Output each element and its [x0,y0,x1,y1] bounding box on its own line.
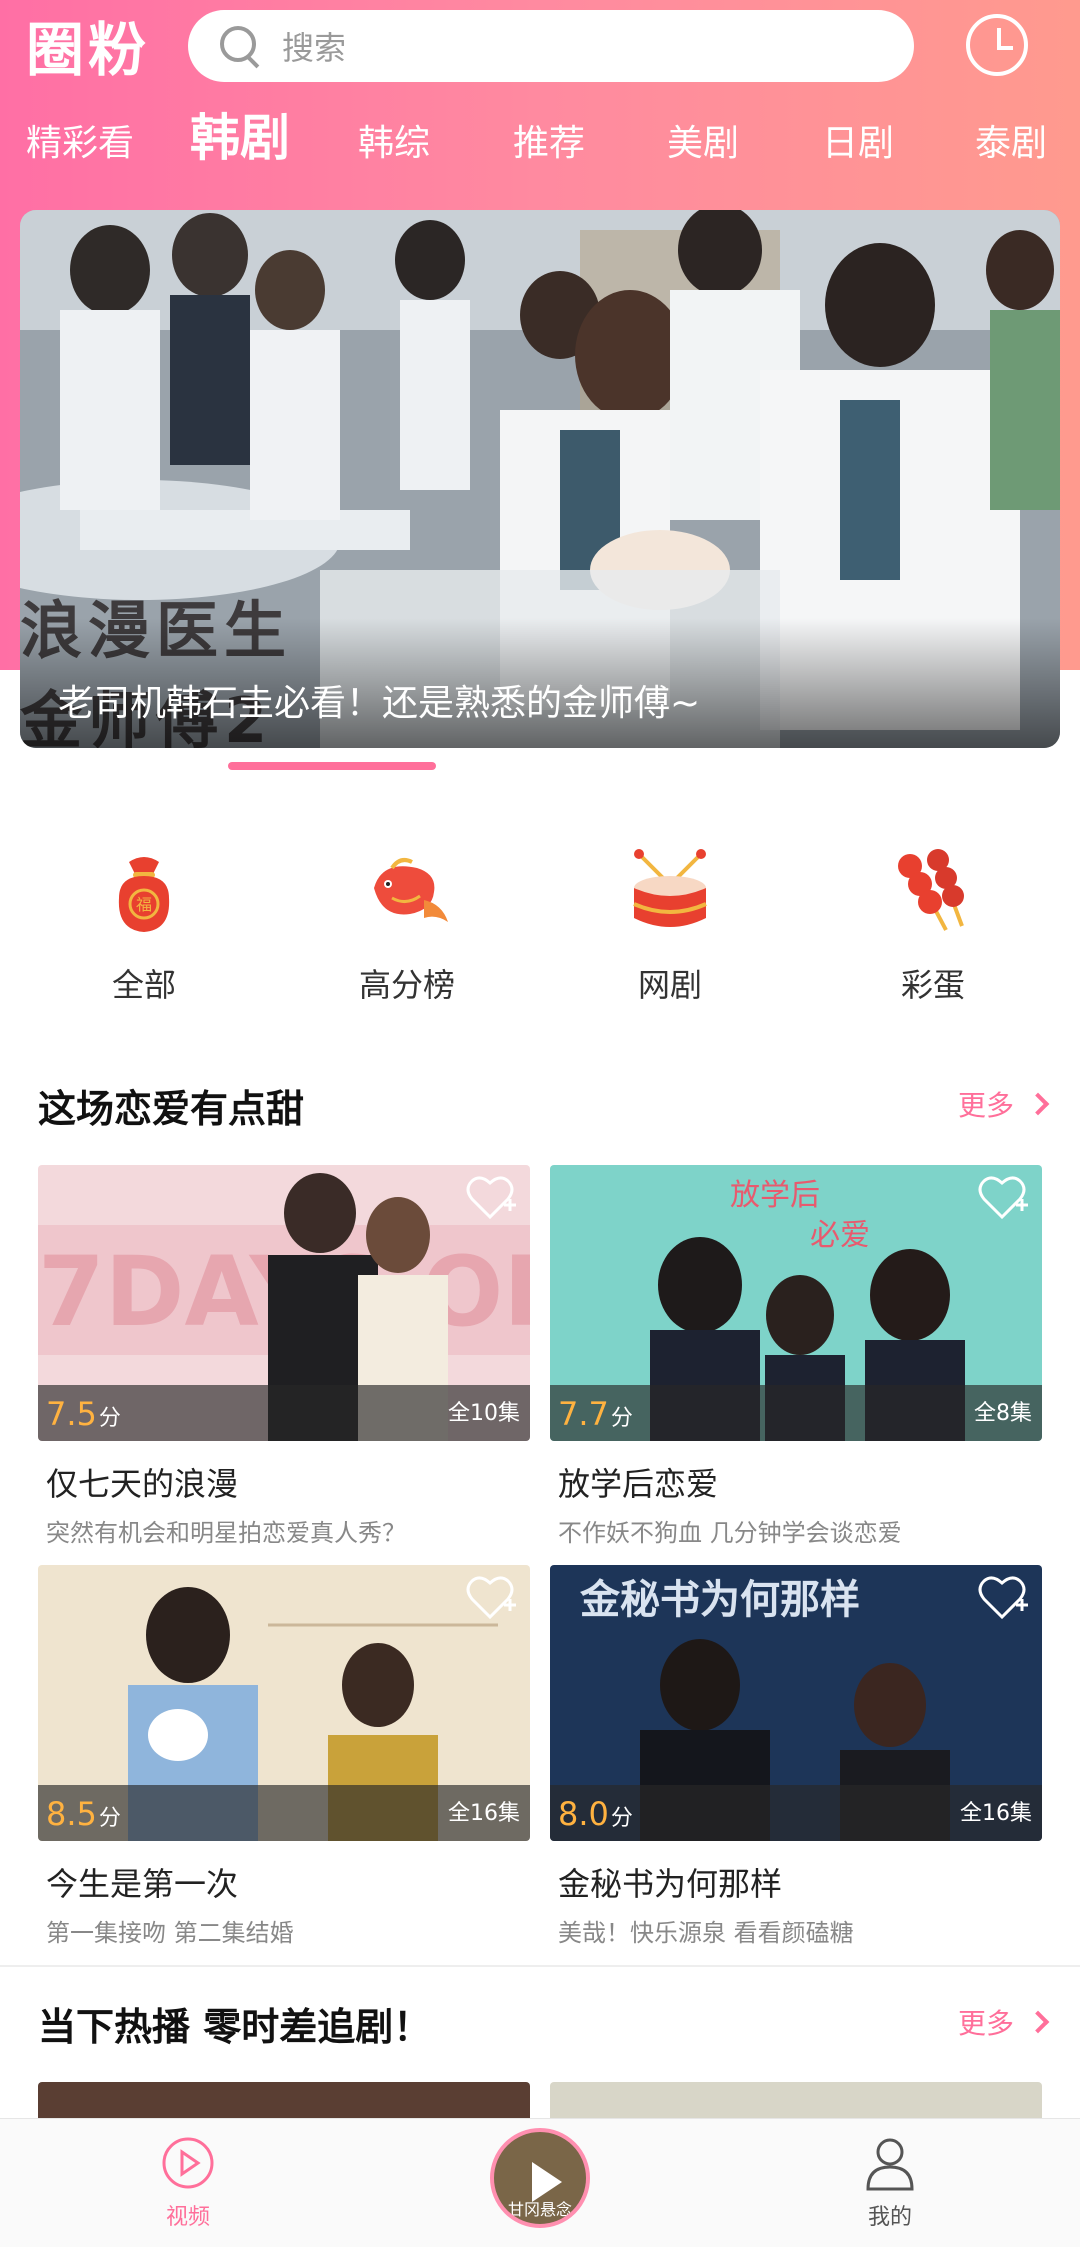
drama-poster: 金秘书为何那样 8.0分 全16集 [550,1565,1042,1841]
drama-subtitle: 突然有机会和明星拍恋爱真人秀？ [46,1519,406,1547]
tab-jingcaikan[interactable]: 精彩看 [26,108,134,180]
more-label: 更多 [957,2007,1014,2040]
category-all[interactable]: 福 全部 [54,848,234,1006]
lucky-bag-icon: 福 [118,857,170,932]
chevron-right-icon [1026,2010,1050,2034]
tab-hanzong[interactable]: 韩综 [358,108,430,180]
category-label: 全部 [111,966,176,1004]
drama-poster: 7DAYS OF ROMANCE 7.5分 全10集 [38,1165,530,1441]
category-easter-egg[interactable]: 彩蛋 [843,848,1023,1006]
favorite-heart-icon[interactable] [978,1175,1030,1221]
more-button[interactable]: 更多 [957,2002,1050,2042]
koi-fish-icon [374,858,448,922]
svg-text:福: 福 [136,895,152,914]
drama-card[interactable]: 放学后 必爱 7.7分 全8集 放学后恋爱 不作妖不狗血 几分钟学会谈恋爱 [550,1165,1042,1548]
category-web-drama[interactable]: 网剧 [580,848,760,1006]
user-profile-icon [866,2138,914,2191]
drama-poster-partial[interactable] [550,2082,1042,2118]
candied-haws-icon [898,849,964,931]
score: 7.7分 [558,1395,633,1433]
nav-label: 我的 [867,2205,912,2230]
app-logo: 圈粉 [26,10,150,84]
search-bar[interactable]: 搜索 [188,10,914,82]
tab-hanju[interactable]: 韩剧 [190,102,290,174]
category-label: 网剧 [637,966,702,1004]
drama-card[interactable]: 8.5分 全16集 今生是第一次 第一集接吻 第二集结婚 [38,1565,530,1948]
favorite-heart-icon[interactable] [466,1175,518,1221]
drama-title: 金秘书为何那样 [558,1865,783,1903]
favorite-heart-icon[interactable] [978,1575,1030,1621]
favorite-heart-icon[interactable] [466,1575,518,1621]
category-shortcuts: 福 全部 高分榜 网剧 彩蛋 [0,848,1080,1004]
category-top-rated[interactable]: 高分榜 [317,848,497,1006]
banner-page-indicator [228,762,436,770]
chevron-right-icon [1026,1092,1050,1116]
drama-poster: 放学后 必爱 7.7分 全8集 [550,1165,1042,1441]
category-label: 高分榜 [358,966,455,1004]
episode-count: 全16集 [960,1801,1032,1826]
score: 8.5分 [46,1795,121,1833]
tab-tuijian[interactable]: 推荐 [513,108,585,180]
section-divider [0,1965,1080,1967]
nav-mine[interactable]: 我的 [820,2135,960,2231]
score: 8.0分 [558,1795,633,1833]
drama-title: 今生是第一次 [46,1865,239,1903]
drama-card[interactable]: 7DAYS OF ROMANCE 7.5分 全10集 仅七天的浪漫 突然有机会和… [38,1165,530,1548]
tab-riju[interactable]: 日剧 [822,108,894,180]
drama-poster-partial[interactable] [38,2082,530,2118]
more-label: 更多 [957,1089,1014,1122]
center-caption: 甘冈悬念 [507,2200,572,2219]
category-tabs: 精彩看 韩剧 韩综 推荐 美剧 日剧 泰剧 [0,108,1080,180]
history-clock-icon[interactable] [966,14,1028,76]
center-play-button[interactable]: 甘冈悬念 [490,2128,590,2228]
tab-taiju[interactable]: 泰剧 [975,108,1047,180]
drama-subtitle: 第一集接吻 第二集结婚 [46,1919,294,1947]
drama-card[interactable]: 金秘书为何那样 8.0分 全16集 金秘书为何那样 美哉！快乐源泉 看看颜磕糖 [550,1565,1042,1948]
episode-count: 全16集 [448,1801,520,1826]
search-icon [218,24,262,68]
hero-banner[interactable]: 浪漫医生金师傅2 老司机韩石圭必看！还是熟悉的金师傅~ [20,210,1060,748]
video-play-icon [162,2137,214,2189]
score: 7.5分 [46,1395,121,1433]
drama-title: 仅七天的浪漫 [46,1465,239,1503]
search-placeholder: 搜索 [282,29,347,67]
section-title: 这场恋爱有点甜 [38,1087,305,1131]
svg-text:必爱: 必爱 [810,1218,870,1253]
svg-text:放学后: 放学后 [730,1178,820,1213]
category-label: 彩蛋 [900,966,965,1004]
svg-text:金秘书为何那样: 金秘书为何那样 [579,1577,860,1623]
drama-title: 放学后恋爱 [558,1465,719,1503]
drama-subtitle: 美哉！快乐源泉 看看颜磕糖 [558,1919,854,1947]
drama-poster: 8.5分 全16集 [38,1565,530,1841]
banner-caption: 老司机韩石圭必看！还是熟悉的金师傅~ [58,683,701,724]
drum-icon [633,849,707,927]
drama-subtitle: 不作妖不狗血 几分钟学会谈恋爱 [558,1519,902,1547]
episode-count: 全10集 [448,1401,520,1426]
more-button[interactable]: 更多 [957,1084,1050,1124]
logo-text: 圈粉 [26,16,151,84]
tab-meiju[interactable]: 美剧 [667,108,739,180]
nav-video[interactable]: 视频 [118,2135,258,2231]
episode-count: 全8集 [974,1401,1032,1426]
section-title: 当下热播 零时差追剧！ [38,2005,432,2049]
nav-label: 视频 [165,2205,210,2230]
